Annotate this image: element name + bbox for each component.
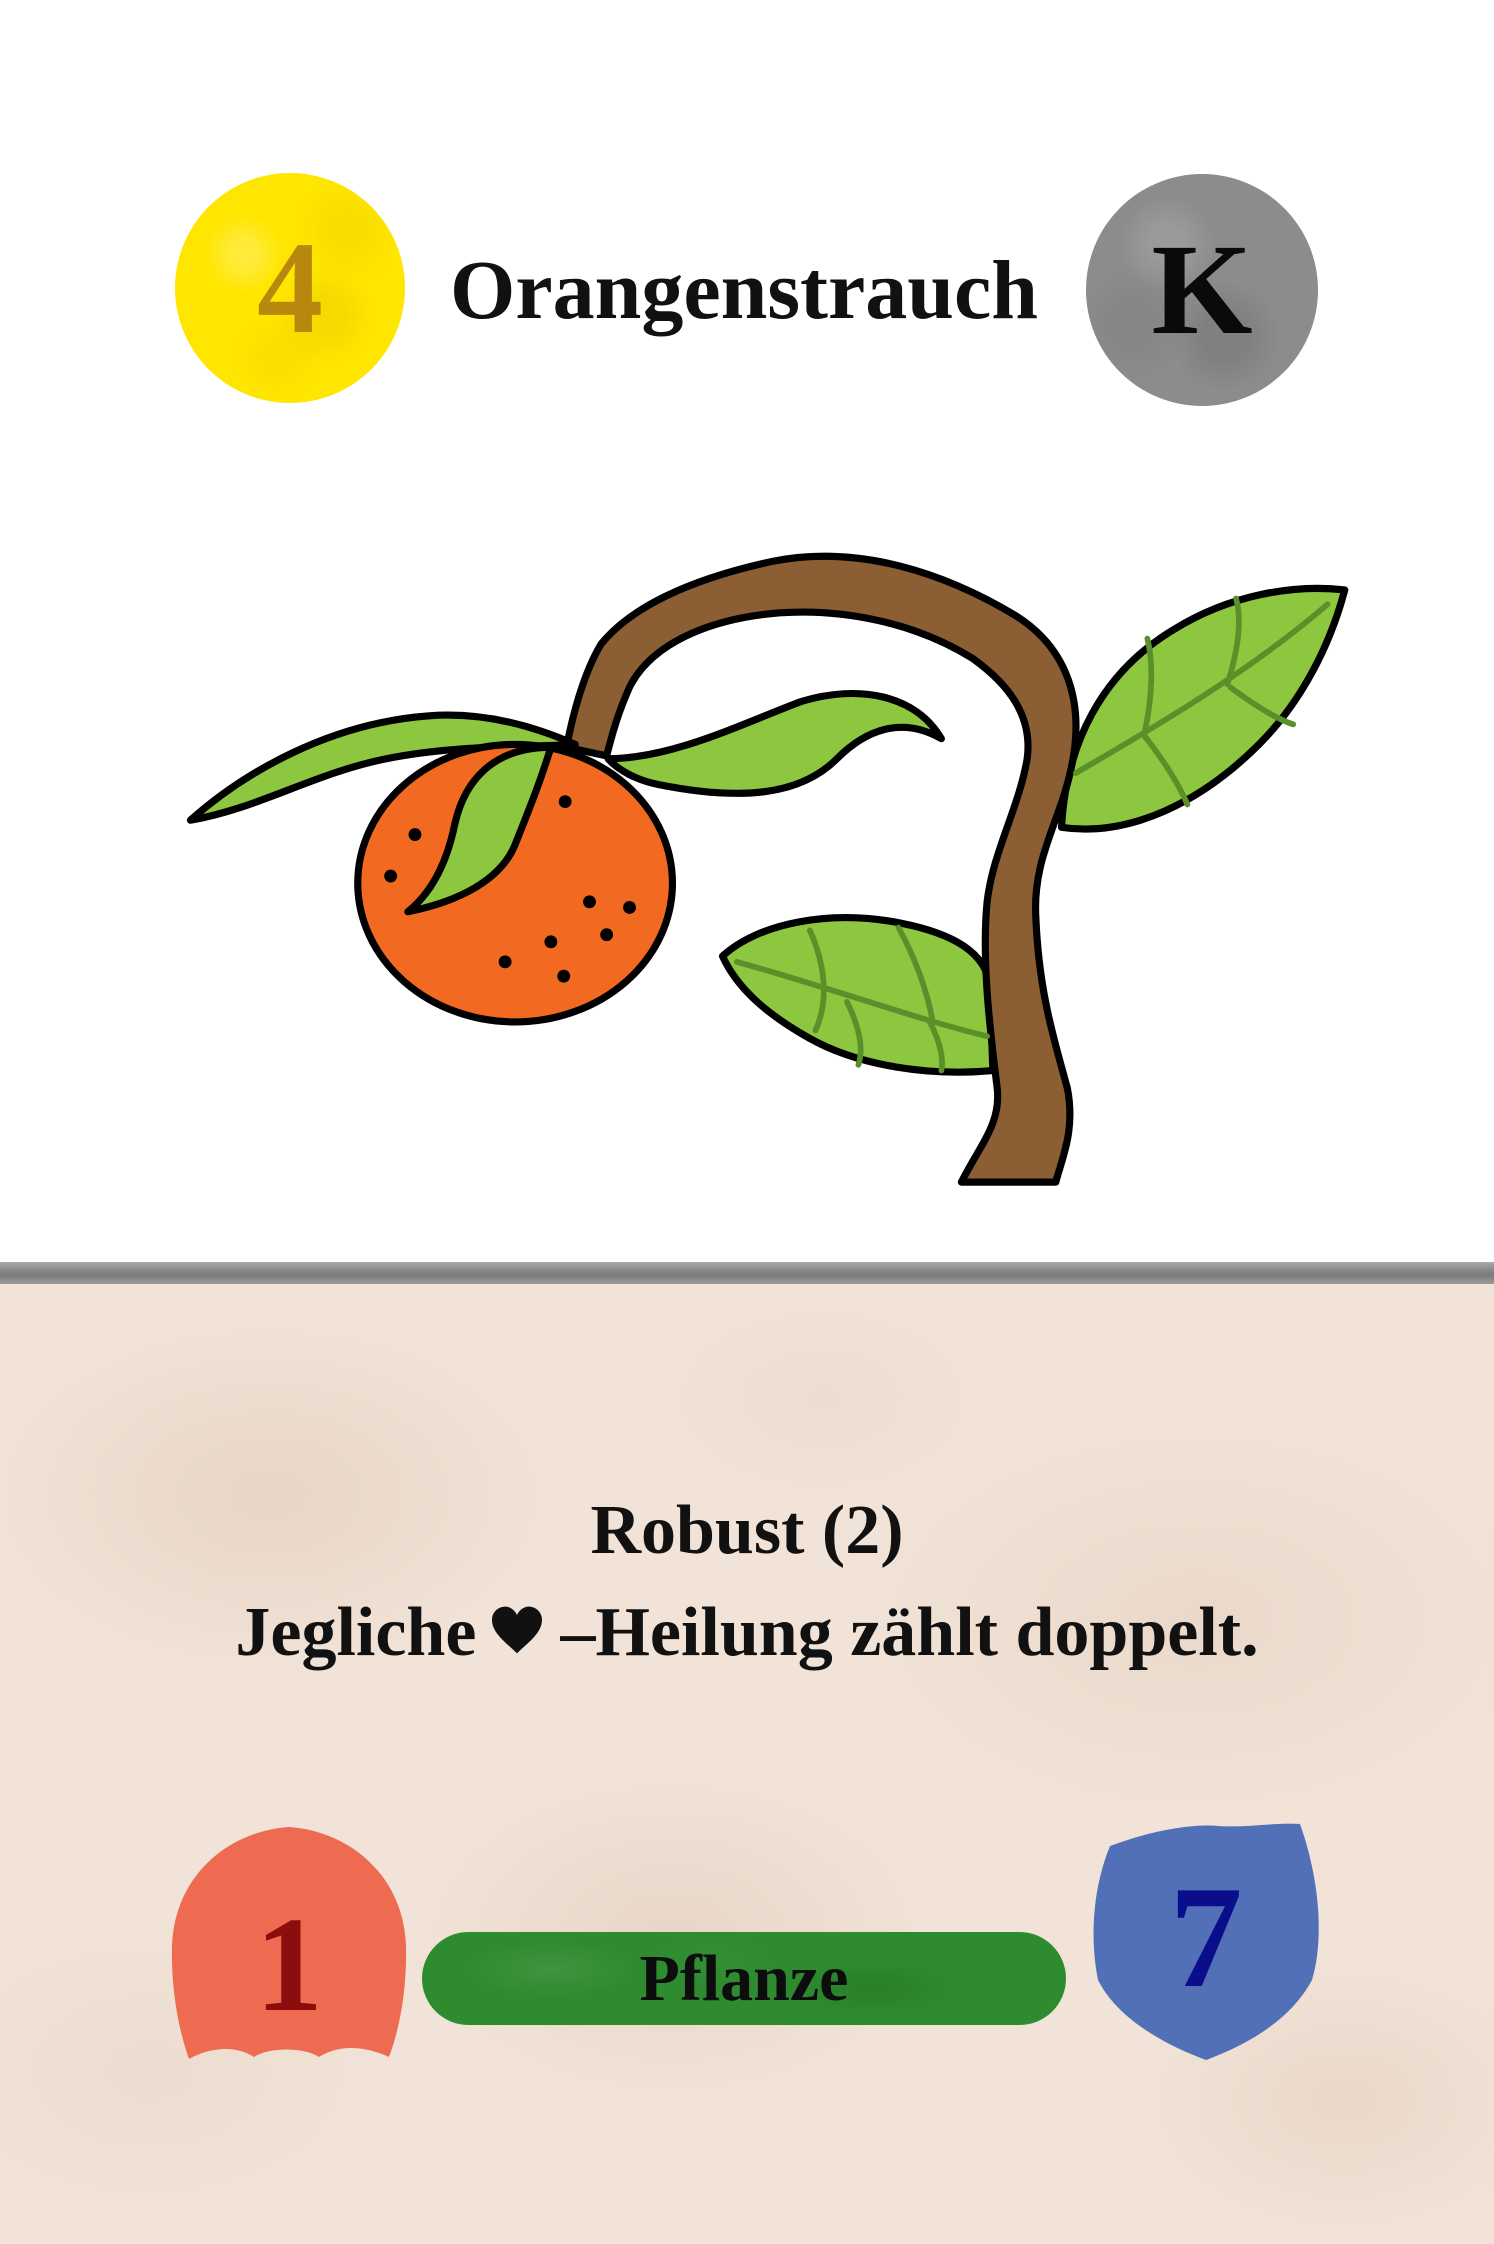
attack-value: 1 — [255, 1890, 323, 2040]
leaf-middle — [604, 690, 945, 797]
card-text-area — [0, 1284, 1494, 2244]
ability-text: Jegliche –Heilung zählt doppelt. — [0, 1598, 1494, 1668]
category-circle: K — [1086, 174, 1318, 406]
card-title: Orangenstrauch — [450, 244, 1038, 337]
ability-text-end: –Heilung zählt doppelt. — [560, 1594, 1259, 1671]
ability-text-start: Jegliche — [235, 1594, 477, 1671]
leaf-lower — [718, 914, 997, 1076]
type-badge: Pflanze — [422, 1932, 1066, 2025]
attack-shield: 1 — [169, 1825, 409, 2061]
cost-circle: 4 — [175, 173, 405, 403]
heart-icon — [492, 1606, 543, 1654]
orange-branch-illustration — [186, 552, 1349, 1186]
type-label: Pflanze — [639, 1941, 849, 2015]
game-card[interactable]: 4 Orangenstrauch K Robust (2) Jegliche –… — [0, 0, 1494, 2244]
cost-value: 4 — [257, 214, 323, 361]
defense-value: 7 — [1169, 1856, 1243, 2018]
defense-shield: 7 — [1088, 1820, 1324, 2062]
heart-shape — [492, 1606, 543, 1654]
card-divider — [0, 1262, 1494, 1284]
category-letter: K — [1151, 218, 1253, 362]
ability-title: Robust (2) — [590, 1492, 904, 1569]
